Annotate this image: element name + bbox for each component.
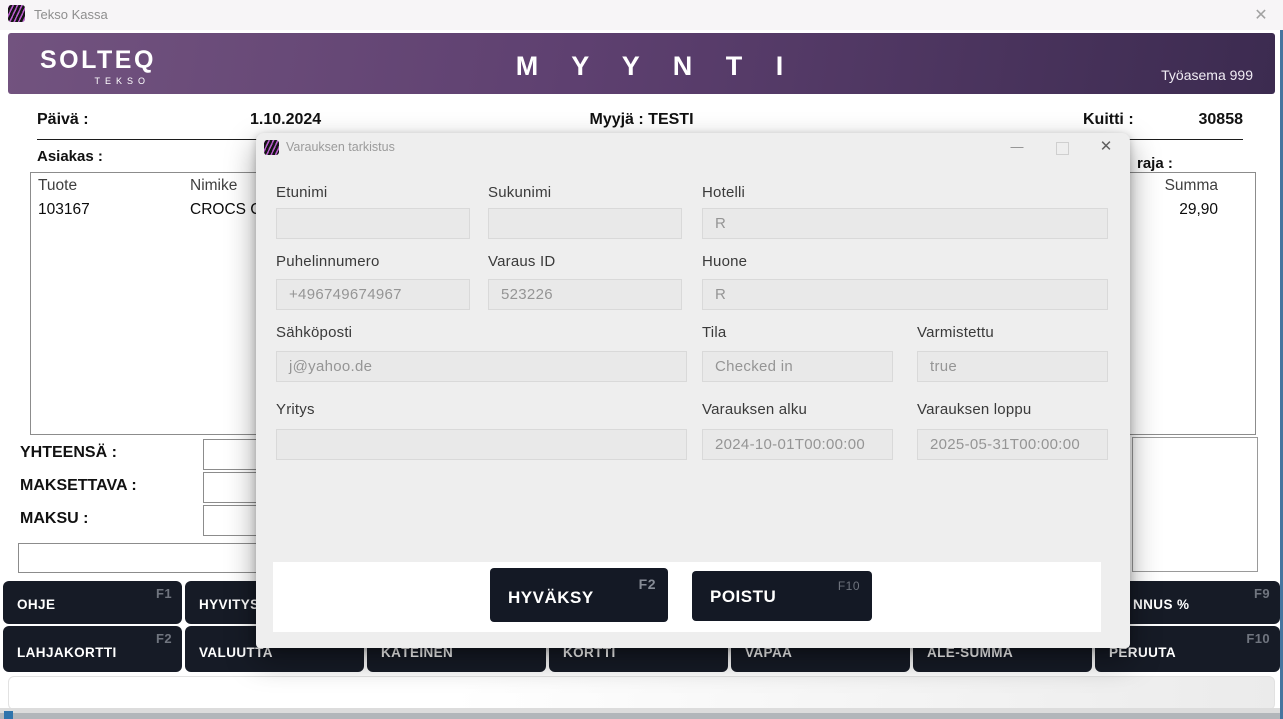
limit-label: raja : (1137, 155, 1173, 172)
reservation-start-label: Varauksen alku (702, 401, 807, 418)
window-titlebar: Tekso Kassa ✕ (0, 0, 1283, 30)
confirmed-field[interactable]: true (917, 351, 1108, 382)
discount-percent-button-fkey: F9 (1254, 586, 1270, 601)
app-icon (8, 5, 25, 22)
dialog-minimize-icon[interactable]: — (1006, 136, 1028, 156)
exit-button-fkey: F10 (838, 579, 860, 593)
hotel-field[interactable]: R (702, 208, 1108, 239)
dialog-app-icon (264, 140, 279, 155)
receipt-label: Kuitti : (1083, 111, 1134, 129)
phone-field[interactable]: +496749674967 (276, 279, 470, 310)
workstation-label: Työasema 999 (1161, 67, 1253, 83)
last-name-label: Sukunimi (488, 184, 551, 201)
reservation-start-field[interactable]: 2024-10-01T00:00:00 (702, 429, 893, 460)
payable-label: MAKSETTAVA : (20, 477, 137, 495)
help-button-fkey: F1 (156, 586, 172, 601)
email-field[interactable]: j@yahoo.de (276, 351, 687, 382)
column-header-tuote: Tuote (38, 177, 77, 195)
dialog-button-band (273, 562, 1101, 632)
app-window: Tekso Kassa ✕ SOLTEQ TEKSO M Y Y N T I T… (0, 0, 1283, 719)
dialog-close-icon[interactable]: ✕ (1094, 135, 1118, 157)
reservation-id-field[interactable]: 523226 (488, 279, 682, 310)
brand-header: SOLTEQ TEKSO M Y Y N T I Työasema 999 (8, 33, 1275, 94)
discount-percent-button-label: NNUS % (1133, 597, 1189, 612)
accept-button[interactable]: HYVÄKSY F2 (490, 568, 668, 622)
exit-button-label: POISTU (710, 587, 776, 607)
status-field[interactable]: Checked in (702, 351, 893, 382)
payment-label: MAKSU : (20, 510, 88, 528)
status-label: Tila (702, 324, 726, 341)
reservation-check-dialog: Varauksen tarkistus — ✕ Etunimi Sukunimi… (256, 133, 1130, 648)
side-panel-box (1132, 437, 1258, 572)
customer-label: Asiakas : (37, 148, 103, 165)
first-name-field[interactable] (276, 208, 470, 239)
exit-button[interactable]: POISTU F10 (692, 571, 872, 621)
reservation-end-label: Varauksen loppu (917, 401, 1031, 418)
status-bar (8, 676, 1275, 710)
column-header-nimike: Nimike (190, 177, 237, 195)
gift-card-button-fkey: F2 (156, 631, 172, 646)
room-field[interactable]: R (702, 279, 1108, 310)
hotel-label: Hotelli (702, 184, 745, 201)
room-label: Huone (702, 253, 747, 270)
confirmed-label: Varmistettu (917, 324, 994, 341)
cancel-button-fkey: F10 (1246, 631, 1270, 646)
table-row-tuote[interactable]: 103167 (38, 201, 90, 219)
first-name-label: Etunimi (276, 184, 327, 201)
reservation-end-field[interactable]: 2025-05-31T00:00:00 (917, 429, 1108, 460)
window-close-icon[interactable]: ✕ (1248, 4, 1274, 26)
phone-label: Puhelinnumero (276, 253, 380, 270)
help-button-label: OHJE (17, 597, 55, 612)
window-border-strip-dark (0, 713, 1283, 719)
window-title: Tekso Kassa (34, 7, 108, 22)
table-row-nimike[interactable]: CROCS C (190, 201, 261, 219)
page-title: M Y Y N T I (8, 51, 1283, 82)
gift-card-button-label: LAHJAKORTTI (17, 645, 117, 660)
reservation-id-label: Varaus ID (488, 253, 555, 270)
email-label: Sähköposti (276, 324, 352, 341)
window-resize-corner (4, 711, 13, 719)
help-button[interactable]: OHJE F1 (3, 581, 182, 624)
last-name-field[interactable] (488, 208, 682, 239)
accept-button-fkey: F2 (639, 576, 656, 592)
total-label: YHTEENSÄ : (20, 444, 117, 462)
dialog-maximize-icon[interactable] (1056, 142, 1069, 155)
company-field[interactable] (276, 429, 687, 460)
accept-button-label: HYVÄKSY (508, 588, 594, 608)
gift-card-button[interactable]: LAHJAKORTTI F2 (3, 626, 182, 672)
dialog-title: Varauksen tarkistus (286, 140, 395, 154)
receipt-number: 30858 (1143, 111, 1243, 129)
company-label: Yritys (276, 401, 315, 418)
